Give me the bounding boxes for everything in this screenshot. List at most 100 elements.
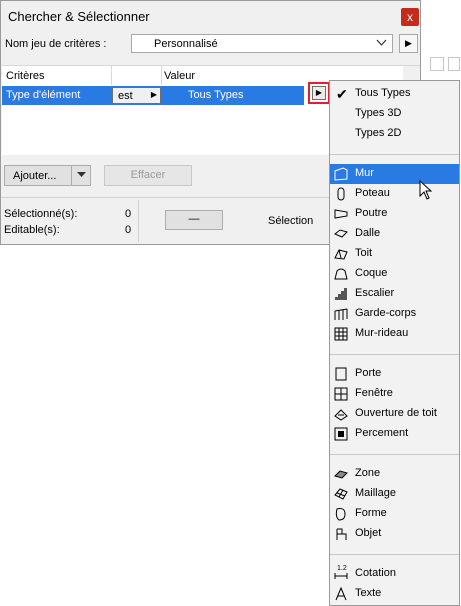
menu-item-mesh[interactable]: Maillage: [330, 484, 459, 504]
menu-item-label: Escalier: [355, 287, 395, 299]
vertical-divider: [138, 200, 139, 242]
triangle-right-icon: ▶: [405, 38, 412, 48]
element-type-menu: ✔ Tous Types Types 3D Types 2D Mur Potea…: [329, 80, 460, 606]
menu-item-label: Tous Types: [355, 87, 411, 99]
triangle-right-icon: ▶: [315, 88, 323, 97]
add-button-label: Ajouter...: [13, 170, 57, 182]
menu-item-label: Garde-corps: [355, 307, 417, 319]
menu-item-label: Types 3D: [355, 107, 402, 119]
shell-icon: [334, 267, 348, 281]
menu-item-label: Maillage: [355, 487, 396, 499]
operator-dropdown[interactable]: est ▶: [112, 87, 161, 104]
menu-item-object[interactable]: Objet: [330, 524, 459, 544]
roof-icon: [334, 247, 348, 261]
value-picker-button[interactable]: ▶: [312, 86, 326, 100]
selected-label: Sélectionné(s):: [4, 208, 78, 220]
background-toolbar-icon: [430, 57, 444, 71]
curtain-wall-icon: [334, 327, 348, 341]
triangle-right-icon: ▶: [150, 90, 157, 99]
menu-item-column[interactable]: Poteau: [330, 184, 459, 204]
opening-icon: [334, 427, 348, 441]
menu-item-all-types[interactable]: ✔ Tous Types: [330, 84, 459, 104]
stair-icon: [334, 287, 348, 301]
menu-item-slab[interactable]: Dalle: [330, 224, 459, 244]
editable-label: Editable(s):: [4, 224, 60, 236]
menu-item-railing[interactable]: Garde-corps: [330, 304, 459, 324]
remove-selection-button[interactable]: —: [165, 210, 223, 230]
column-icon: [334, 187, 348, 201]
slab-icon: [334, 227, 348, 241]
menu-item-label: Poutre: [355, 207, 388, 219]
menu-item-stair[interactable]: Escalier: [330, 284, 459, 304]
railing-icon: [334, 307, 348, 321]
criteria-set-label: Nom jeu de critères :: [5, 38, 107, 50]
menu-item-skylight[interactable]: Ouverture de toit: [330, 404, 459, 424]
menu-item-3d-types[interactable]: Types 3D: [330, 104, 459, 124]
wall-icon: [334, 167, 348, 181]
menu-item-opening[interactable]: Percement: [330, 424, 459, 444]
menu-item-label: Poteau: [355, 187, 390, 199]
mesh-icon: [334, 487, 348, 501]
menu-item-label: Mur: [355, 167, 374, 179]
door-icon: [334, 367, 348, 381]
menu-item-door[interactable]: Porte: [330, 364, 459, 384]
menu-separator: [330, 154, 459, 155]
criteria-set-dropdown[interactable]: Personnalisé: [131, 34, 393, 53]
selection-label: Sélection: [268, 215, 314, 227]
column-divider: [111, 66, 112, 85]
value-picker-highlight: ▶: [308, 82, 330, 104]
menu-item-label: Forme: [355, 507, 387, 519]
editable-count: 0: [125, 224, 132, 236]
menu-item-label: Ouverture de toit: [355, 407, 437, 419]
menu-item-label: Porte: [355, 367, 382, 379]
mouse-cursor-icon: [419, 179, 433, 203]
criteria-set-value: Personnalisé: [154, 38, 218, 50]
menu-item-curtain-wall[interactable]: Mur-rideau: [330, 324, 459, 344]
menu-item-label: Mur-rideau: [355, 327, 409, 339]
menu-item-shell[interactable]: Coque: [330, 264, 459, 284]
header-criteria: Critères: [6, 70, 45, 82]
dimension-icon: 1.2: [334, 565, 348, 581]
menu-item-label: Coque: [355, 267, 388, 279]
table-row[interactable]: Type d'élément est ▶ Tous Types: [2, 86, 304, 105]
menu-item-label: Fenêtre: [355, 387, 393, 399]
window-icon: [334, 387, 348, 401]
beam-icon: [334, 207, 348, 221]
menu-item-morph[interactable]: Forme: [330, 504, 459, 524]
add-dropdown-arrow[interactable]: [71, 165, 91, 186]
dimension-icon-text: 1.2: [337, 565, 347, 572]
menu-item-wall[interactable]: Mur: [330, 164, 459, 184]
menu-item-label: Types 2D: [355, 127, 402, 139]
menu-item-label: Toit: [355, 247, 373, 259]
menu-separator: [330, 554, 459, 555]
criterion-cell: Type d'élément: [6, 89, 81, 101]
clear-button[interactable]: Effacer: [104, 165, 192, 186]
chevron-down-icon: [376, 37, 387, 51]
menu-item-label: Dalle: [355, 227, 381, 239]
add-button[interactable]: Ajouter...: [4, 165, 91, 186]
menu-item-label: Objet: [355, 527, 382, 539]
menu-item-label: Cotation: [355, 567, 396, 579]
close-button[interactable]: x: [401, 8, 419, 26]
menu-item-roof[interactable]: Toit: [330, 244, 459, 264]
zone-icon: [334, 467, 348, 481]
menu-item-beam[interactable]: Poutre: [330, 204, 459, 224]
text-icon: [334, 586, 348, 601]
criteria-set-menu-button[interactable]: ▶: [399, 34, 418, 53]
checkmark-icon: ✔: [336, 86, 348, 102]
operator-label: est: [118, 90, 133, 102]
menu-separator: [330, 454, 459, 455]
menu-item-2d-types[interactable]: Types 2D: [330, 124, 459, 144]
value-cell: Tous Types: [188, 89, 244, 101]
menu-item-label: Texte: [355, 587, 382, 599]
selected-count: 0: [125, 208, 132, 220]
morph-icon: [334, 507, 348, 521]
menu-item-dimension[interactable]: 1.2 Cotation: [330, 564, 459, 584]
dialog-title: Chercher & Sélectionner: [8, 9, 150, 24]
menu-item-text[interactable]: Texte: [330, 584, 459, 604]
column-divider: [161, 66, 162, 85]
menu-item-zone[interactable]: Zone: [330, 464, 459, 484]
menu-item-label: Percement: [355, 427, 409, 439]
object-icon: [334, 527, 348, 541]
menu-item-window[interactable]: Fenêtre: [330, 384, 459, 404]
